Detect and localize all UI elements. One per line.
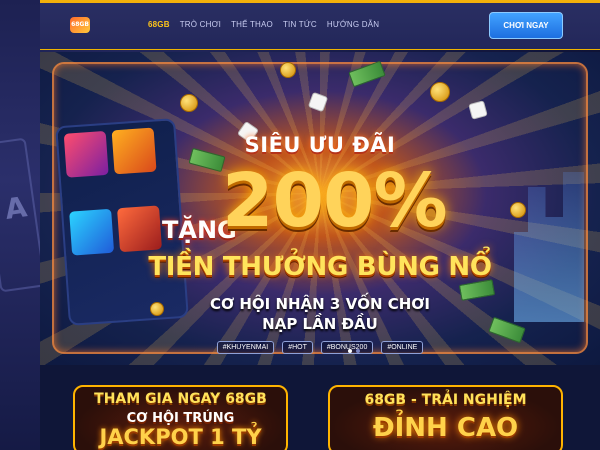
hero-headline-main: TIỀN THƯỞNG BÙNG NỔ — [148, 252, 492, 282]
site-header: 68GB 68GB TRÒ CHƠI THỂ THAO TIN TỨC HƯỚN… — [40, 0, 600, 50]
promo-card-experience[interactable]: 68GB - TRẢI NGHIỆM ĐỈNH CAO — [328, 385, 563, 450]
promo-b-line1: 68GB - TRẢI NGHIỆM — [364, 392, 527, 408]
play-now-button[interactable]: CHƠI NGAY — [489, 12, 563, 39]
promo-a-line1: THAM GIA NGAY 68GB — [94, 391, 267, 407]
nav-item-home[interactable]: 68GB — [148, 20, 170, 29]
game-tile — [117, 205, 163, 253]
playing-card-art: A — [0, 137, 40, 293]
carousel-dot[interactable] — [348, 349, 352, 353]
promo-a-line3: JACKPOT 1 TỶ — [99, 425, 262, 449]
nav-item-games[interactable]: TRÒ CHƠI — [180, 20, 221, 29]
hero-headline-top: SIÊU ƯU ĐÃI — [244, 133, 396, 157]
carousel-dot[interactable] — [356, 349, 360, 353]
coin-icon — [430, 82, 450, 102]
hero-subline-1: CƠ HỘI NHẬN 3 VỐN CHƠI — [210, 295, 430, 313]
hero-subline-2: NẠP LẦN ĐẦU — [262, 315, 378, 333]
tag-hot[interactable]: #HOT — [282, 341, 313, 354]
nav-item-guide[interactable]: HƯỚNG DẪN — [327, 20, 379, 29]
promo-b-line2: ĐỈNH CAO — [372, 413, 519, 443]
game-tile — [69, 208, 115, 256]
tag-online[interactable]: #ONLINE — [381, 341, 424, 354]
page: A 68GB 68GB TRÒ CHƠI THỂ THAO TIN TỨC HƯ… — [0, 0, 600, 450]
promo-card-jackpot[interactable]: THAM GIA NGAY 68GB CƠ HỘI TRÚNG JACKPOT … — [73, 385, 288, 450]
card-symbol: A — [2, 190, 29, 226]
hero-banner[interactable]: SIÊU ƯU ĐÃI TẶNG 200% TIỀN THƯỞNG BÙNG N… — [40, 52, 600, 365]
coin-icon — [180, 94, 198, 112]
nav-item-news[interactable]: TIN TỨC — [283, 20, 317, 29]
main-nav: 68GB TRÒ CHƠI THỂ THAO TIN TỨC HƯỚNG DẪN — [148, 20, 379, 29]
hero-tags: #KHUYENMAI #HOT #BONUS200 #ONLINE — [40, 341, 600, 354]
logo-text: 68GB — [71, 21, 89, 28]
side-decoration: A — [0, 0, 40, 450]
tag-khuyenmai[interactable]: #KHUYENMAI — [216, 341, 275, 354]
promo-a-line2: CƠ HỘI TRÚNG — [126, 411, 235, 426]
nav-item-sports[interactable]: THỂ THAO — [231, 20, 273, 29]
site-logo[interactable]: 68GB — [70, 16, 90, 33]
promo-strip: THAM GIA NGAY 68GB CƠ HỘI TRÚNG JACKPOT … — [40, 365, 600, 450]
coin-icon — [510, 202, 526, 218]
carousel-dots — [348, 349, 360, 353]
coin-icon — [280, 62, 296, 78]
hero-percent: 200% — [222, 158, 448, 244]
